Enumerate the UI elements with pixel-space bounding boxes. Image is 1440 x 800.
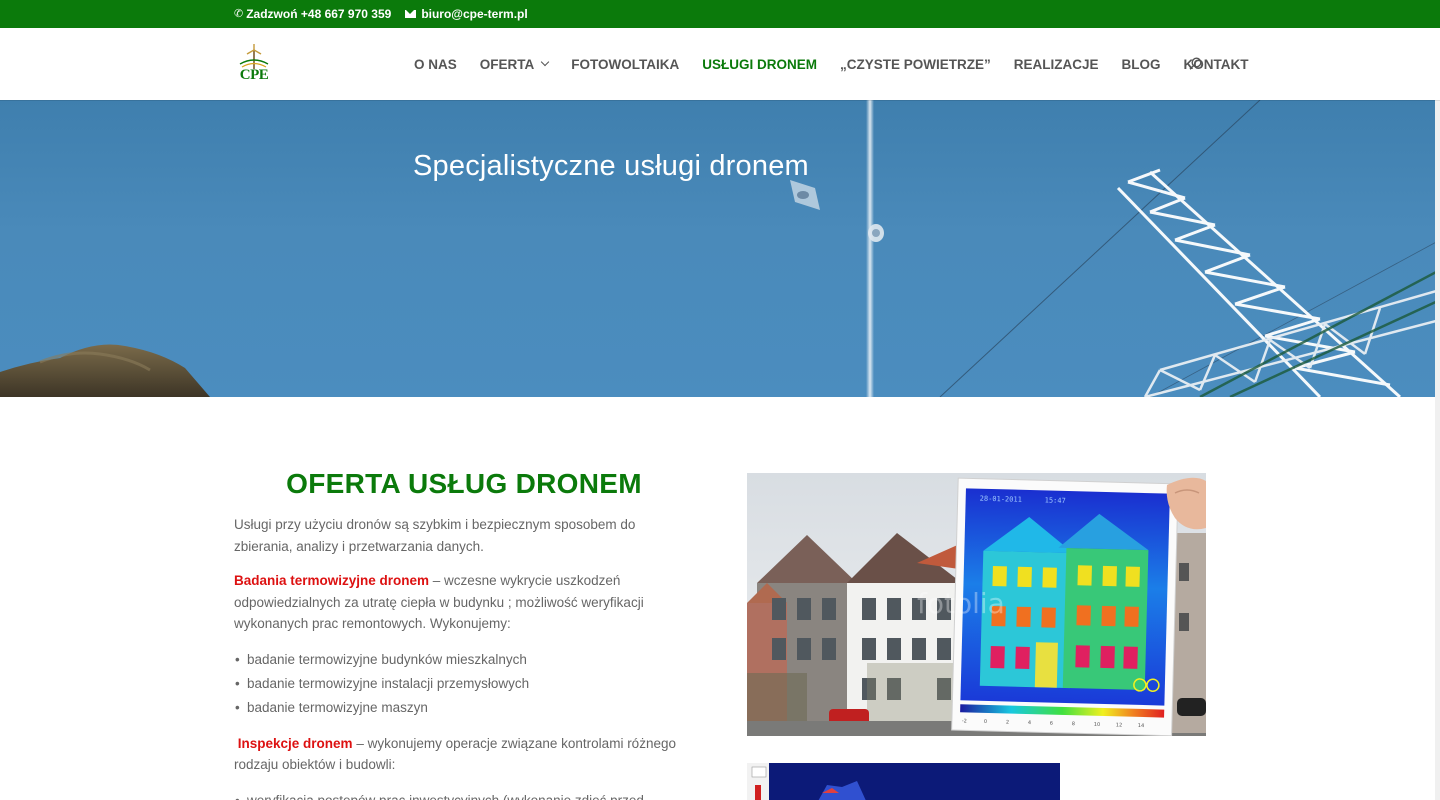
- scrollbar-track[interactable]: [1435, 28, 1440, 800]
- email-link[interactable]: biuro@cpe-term.pl: [405, 7, 528, 21]
- section-title: OFERTA USŁUG DRONEM: [286, 468, 642, 499]
- thermal-date: 28-01-2011: [980, 495, 1022, 504]
- nav-label: USŁUGI DRONEM: [702, 56, 817, 72]
- nav-label: „CZYSTE POWIETRZE”: [840, 56, 991, 72]
- svg-text:8: 8: [1072, 721, 1075, 727]
- nav-item-blog[interactable]: BLOG: [1122, 57, 1161, 72]
- nav-item-realizacje[interactable]: REALIZACJE: [1014, 57, 1099, 72]
- nav-label: BLOG: [1121, 56, 1161, 72]
- phone-text: Zadzwoń +48 667 970 359: [246, 7, 392, 21]
- phone-link[interactable]: ✆ Zadzwoń +48 667 970 359: [234, 7, 391, 21]
- email-text: biuro@cpe-term.pl: [421, 7, 528, 21]
- thermo-label: Badania termowizyjne dronem: [234, 573, 430, 588]
- mail-icon: [405, 10, 417, 18]
- thermo-paragraph: Badania termowizyjne dronem – wczesne wy…: [234, 570, 694, 635]
- list-item: badanie termowizyjne instalacji przemysł…: [234, 672, 694, 696]
- list-item: badanie termowizyjne budynków mieszkalny…: [234, 648, 694, 672]
- nav-item-fotowoltaika[interactable]: FOTOWOLTAIKA: [571, 57, 679, 72]
- nav-label: FOTOWOLTAIKA: [571, 56, 680, 72]
- svg-text:12: 12: [1116, 722, 1123, 728]
- svg-text:10: 10: [1094, 722, 1101, 728]
- top-bar: ✆ Zadzwoń +48 667 970 359 biuro@cpe-term…: [0, 0, 1440, 28]
- main-header: CPE O NAS OFERTA FOTOWOLTAIKA USŁUGI DRO…: [0, 28, 1440, 100]
- svg-text:14: 14: [1138, 723, 1145, 729]
- inspect-label: Inspekcje dronem: [237, 735, 353, 751]
- list-item: badanie termowizyjne maszyn: [234, 696, 694, 720]
- nav-item-uslugi-dronem[interactable]: USŁUGI DRONEM: [702, 57, 817, 72]
- thermal-image-second: [747, 763, 1060, 800]
- nav-label: O NAS: [414, 56, 457, 72]
- inspect-paragraph: Inspekcje dronem – wykonujemy operacje z…: [234, 733, 694, 776]
- search-icon[interactable]: [1189, 57, 1202, 70]
- nav-item-o-nas[interactable]: O NAS: [414, 57, 457, 72]
- inspect-list: weryfikacja postępów prac inwestycyjnych…: [234, 789, 694, 800]
- thermo-list: badanie termowizyjne budynków mieszkalny…: [234, 648, 694, 720]
- thermal-building-image: 28-01-2011 15:47 -2 0 2 4 6 8 10 12 14 f…: [747, 473, 1206, 736]
- nav-item-oferta[interactable]: OFERTA: [479, 56, 550, 72]
- watermark-text: fotolia: [917, 587, 1005, 620]
- svg-text:4: 4: [1028, 720, 1031, 726]
- phone-icon: ✆: [234, 7, 244, 20]
- svg-text:-2: -2: [962, 718, 967, 724]
- logo-text: CPE: [239, 67, 269, 83]
- hero-title: Specjalistyczne usługi dronem: [413, 150, 809, 182]
- thermal-photo-graphic: 28-01-2011 15:47 -2 0 2 4 6 8 10 12 14 f…: [747, 473, 1206, 736]
- thermal-photo-graphic-2: [747, 763, 1060, 800]
- main-nav: O NAS OFERTA FOTOWOLTAIKA USŁUGI DRONEM …: [414, 28, 1272, 100]
- content-column: OFERTA USŁUG DRONEM Usługi przy użyciu d…: [234, 466, 694, 800]
- thermal-time: 15:47: [1045, 496, 1066, 505]
- svg-text:2: 2: [1006, 719, 1009, 725]
- nav-item-czyste-powietrze[interactable]: „CZYSTE POWIETRZE”: [840, 57, 991, 72]
- intro-paragraph: Usługi przy użyciu dronów są szybkim i b…: [234, 517, 636, 554]
- nav-label: REALIZACJE: [1013, 56, 1099, 72]
- nav-label: OFERTA: [479, 56, 535, 72]
- svg-text:0: 0: [984, 719, 987, 725]
- hero-background-image: [0, 100, 1440, 397]
- hero-banner: Specjalistyczne usługi dronem: [0, 100, 1440, 397]
- list-item: weryfikacja postępów prac inwestycyjnych…: [234, 789, 694, 800]
- chevron-down-icon: [541, 57, 550, 67]
- svg-text:6: 6: [1050, 721, 1053, 727]
- logo[interactable]: CPE: [236, 44, 272, 84]
